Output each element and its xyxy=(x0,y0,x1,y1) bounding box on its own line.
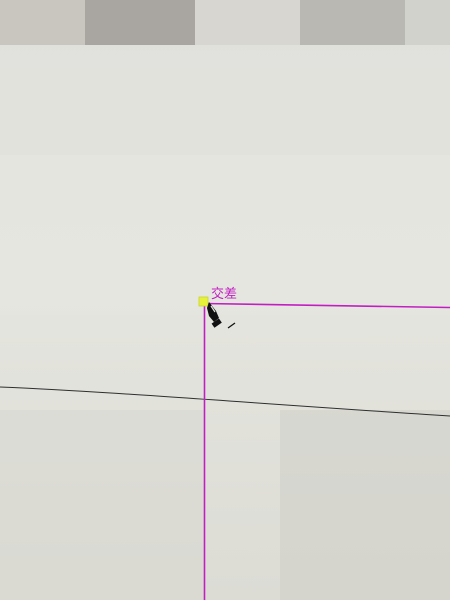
pen-tool-icon xyxy=(207,302,222,328)
drawn-path[interactable] xyxy=(0,386,450,417)
smart-guide-horizontal xyxy=(203,302,450,309)
smart-guide-label: 交差 xyxy=(211,287,238,302)
cursor-modifier-slash-icon xyxy=(227,322,236,329)
anchor-point[interactable] xyxy=(198,296,209,307)
artboard-canvas[interactable]: 交差 xyxy=(0,0,450,600)
